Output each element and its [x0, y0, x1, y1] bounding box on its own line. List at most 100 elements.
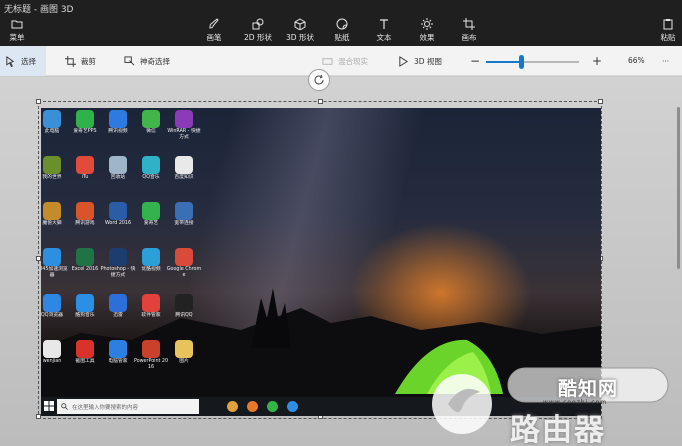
more-button[interactable]: ··· [662, 46, 669, 76]
resize-handle-n[interactable] [318, 99, 323, 104]
folder-icon [11, 20, 23, 29]
tool-3d-shapes[interactable]: 3D 形状 [280, 18, 320, 43]
desktop-icon-label: wenjian [42, 359, 62, 364]
clipboard-icon [663, 19, 673, 30]
desktop-icon: Excel 2016 [68, 248, 102, 288]
desktop-icon: PowerPoint 2016 [134, 340, 168, 380]
desktop-icon-label: 腾讯QQ [175, 313, 193, 318]
desktop-icon: 酷狗音乐 [68, 294, 102, 334]
tool-effects[interactable]: 效果 [407, 18, 447, 43]
desktop-icon-label: 2345加速浏览器 [41, 267, 68, 278]
desktop-icon: 我的世界 [41, 156, 69, 196]
tool-label: 画笔 [206, 33, 222, 42]
desktop-icon-label: 软件管家 [141, 313, 161, 318]
more-icon: ··· [662, 56, 670, 66]
magic-select-button[interactable]: 神奇选择 [124, 46, 170, 76]
desktop-icon-label: 微信 [146, 129, 156, 134]
tool-label: 贴纸 [334, 33, 350, 42]
desktop-icon: wenjian [41, 340, 69, 380]
tool-brushes[interactable]: 画笔 [194, 18, 234, 43]
desktop-icon-label: Google Chrome [166, 267, 202, 278]
magic-select-label: 神奇选择 [140, 56, 170, 66]
tool-stickers[interactable]: 贴纸 [322, 18, 362, 43]
menu-label: 菜单 [9, 33, 25, 42]
crop-button[interactable]: 裁剪 [65, 46, 96, 76]
crop-label: 裁剪 [81, 56, 96, 66]
desktop-icon-label: 迅雷 [113, 313, 123, 318]
taskbar-app-icon [267, 401, 278, 412]
sticker-icon [336, 18, 348, 30]
desktop-icon-label: Excel 2016 [71, 267, 99, 272]
desktop-icon: 百度知识 [167, 156, 201, 196]
resize-handle-nw[interactable] [36, 99, 41, 104]
rotate-handle[interactable] [308, 69, 330, 91]
windows-start-icon [44, 401, 54, 411]
tool-label: 画布 [461, 33, 477, 42]
desktop-icon-label: 回收站 [110, 175, 126, 180]
app-icon [142, 156, 160, 174]
tool-label: 效果 [419, 33, 435, 42]
desktop-icon-grid: 此电脑 爱奇艺PPS 腾讯视频 微信 WinRAR - 快捷方式 我的世界 iTu 回收站 QQ… [41, 108, 201, 393]
mixed-reality-button[interactable]: 混合现实 [322, 46, 368, 76]
desktop-icon-label: 截图工具 [75, 359, 95, 364]
ribbon: 无标题 - 画图 3D 菜单 画笔 2D 形状 3D 形状 贴纸 文本 效果 画… [0, 0, 682, 46]
app-icon [142, 294, 160, 312]
app-icon [43, 202, 61, 220]
app-icon [109, 294, 127, 312]
paste-button[interactable]: 粘贴 [648, 18, 682, 43]
zoom-out-button[interactable]: − [470, 46, 480, 76]
view-3d-button[interactable]: 3D 视图 [398, 46, 442, 76]
desktop-icon-label: 此电脑 [44, 129, 60, 134]
app-icon [142, 202, 160, 220]
tool-canvas[interactable]: 画布 [449, 18, 489, 43]
select-button[interactable]: 选择 [0, 46, 46, 76]
desktop-icon-label: Word 2016 [104, 221, 132, 226]
zoom-slider-fill [486, 61, 522, 63]
taskbar-search: 在这里输入你要搜索的内容 [57, 399, 199, 414]
desktop-icon-label: 腾讯游戏 [75, 221, 95, 226]
desktop-icon-label: 图片 [179, 359, 189, 364]
app-icon [109, 202, 127, 220]
desktop-icon-label: 宽带连接 [174, 221, 194, 226]
desktop-icon: 腾讯视频 [101, 110, 135, 150]
desktop-icon: 魔兽大脚 [41, 202, 69, 242]
desktop-icon-label: iTu [81, 175, 89, 180]
desktop-icon: Photoshop - 快捷方式 [101, 248, 135, 288]
watermark-overlay-text: 路由器 [510, 413, 606, 446]
desktop-icon: iTu [68, 156, 102, 196]
zoom-slider[interactable] [486, 55, 579, 69]
menu-button[interactable]: 菜单 [4, 18, 30, 44]
mixed-reality-icon [322, 57, 333, 65]
desktop-icon: 爱奇艺PPS [68, 110, 102, 150]
desktop-icon-label: PowerPoint 2016 [133, 359, 169, 370]
app-icon [175, 202, 193, 220]
tool-label: 2D 形状 [244, 33, 272, 42]
desktop-icon-label: 魔兽大脚 [42, 221, 62, 226]
app-icon [43, 156, 61, 174]
desktop-icon-label: QQ音乐 [142, 175, 160, 180]
vertical-scrollbar[interactable] [677, 107, 680, 269]
taskbar-search-placeholder: 在这里输入你要搜索的内容 [72, 404, 139, 411]
desktop-icon-label: QQ浏览器 [41, 313, 63, 318]
zoom-slider-thumb[interactable] [518, 55, 524, 69]
app-icon [142, 248, 160, 266]
desktop-icon-label: 腾讯视频 [108, 129, 128, 134]
app-icon [109, 340, 127, 358]
minus-icon: − [470, 54, 481, 68]
app-icon [175, 294, 193, 312]
zoom-in-button[interactable]: + [592, 46, 602, 76]
mixed-reality-label: 混合现实 [338, 56, 368, 66]
tool-text[interactable]: 文本 [364, 18, 404, 43]
desktop-icon: 腾讯QQ [167, 294, 201, 334]
desktop-icon: 宽带连接 [167, 202, 201, 242]
select-label: 选择 [21, 56, 36, 66]
2d-shapes-icon [252, 18, 264, 30]
canvas-icon [463, 18, 475, 30]
tool-label: 3D 形状 [286, 33, 314, 42]
desktop-icon: QQ浏览器 [41, 294, 69, 334]
desktop-icon: 爱奇艺 [134, 202, 168, 242]
tool-2d-shapes[interactable]: 2D 形状 [238, 18, 278, 43]
3d-cube-icon [294, 18, 306, 30]
desktop-icon: QQ音乐 [134, 156, 168, 196]
resize-handle-ne[interactable] [598, 99, 603, 104]
